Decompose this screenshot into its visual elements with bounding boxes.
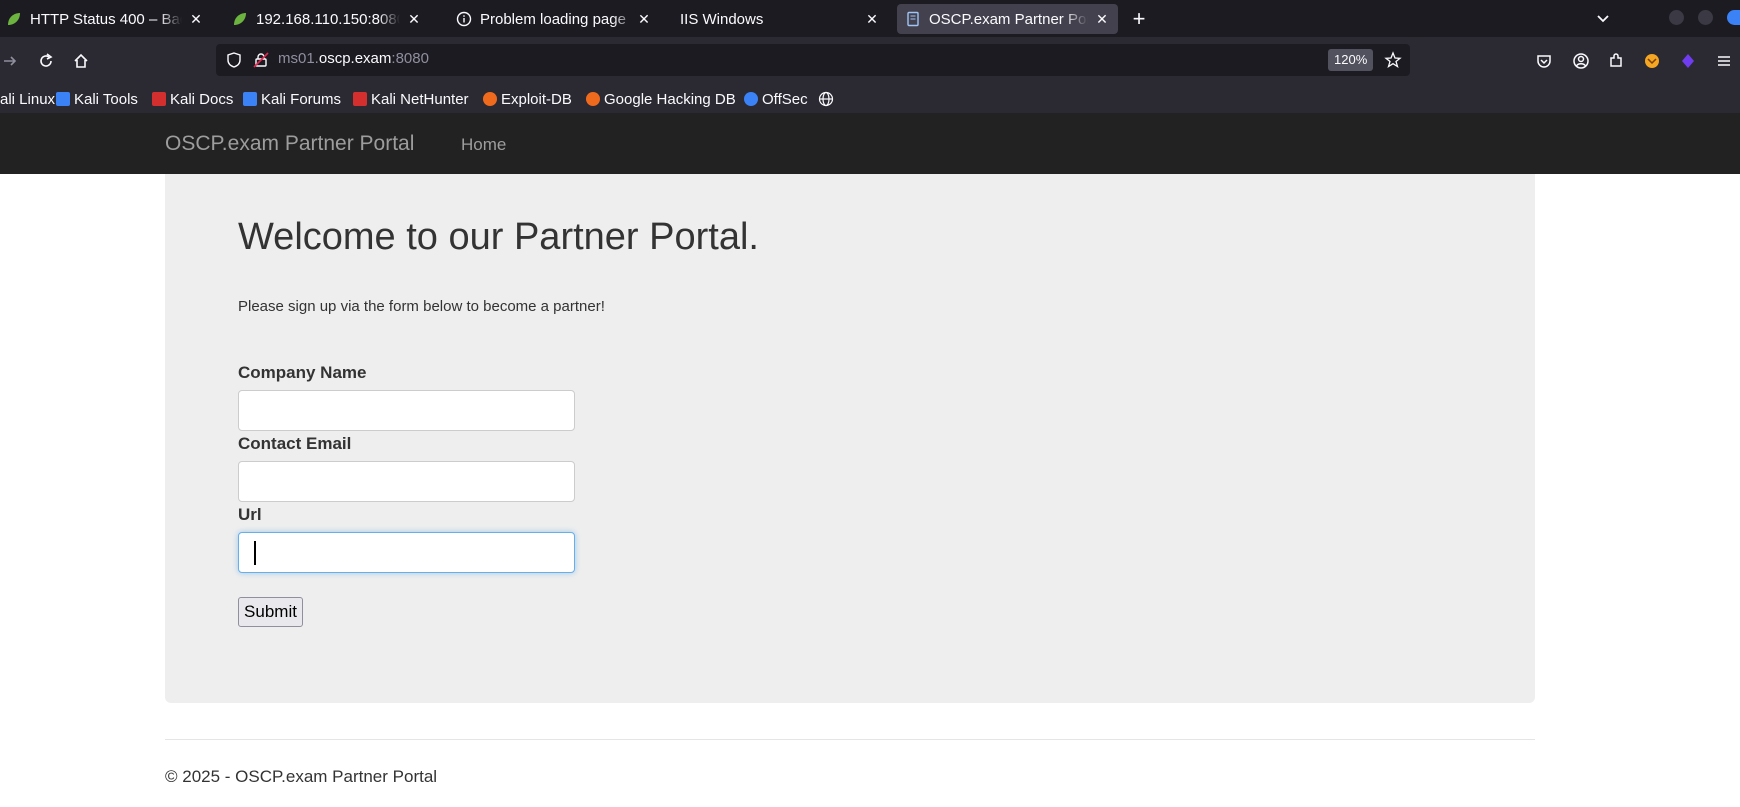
tab-strip: HTTP Status 400 – Bad Request ✕ 192.168.…	[0, 0, 1740, 37]
url-suffix: :8080	[391, 50, 429, 67]
text-caret	[254, 541, 256, 565]
forward-icon[interactable]	[0, 49, 22, 73]
submit-button[interactable]: Submit	[238, 597, 303, 627]
pocket-icon[interactable]	[1532, 49, 1556, 73]
url-input[interactable]	[238, 532, 575, 573]
zoom-level-button[interactable]: 120%	[1328, 49, 1374, 71]
bookmark-kali-tools[interactable]: Kali Tools	[56, 89, 138, 109]
minimize-button[interactable]	[1669, 10, 1684, 25]
bookmark-offsec[interactable]: OffSec	[744, 89, 808, 109]
bookmark-kali-linux[interactable]: Kali Linux	[0, 89, 55, 109]
exploit-db-label: Exploit-DB	[501, 90, 572, 108]
tab-iis-windows[interactable]: IIS Windows ✕	[676, 4, 888, 34]
tab-title: OSCP.exam Partner Portal	[929, 10, 1088, 28]
kali-tools-label: Kali Tools	[74, 90, 138, 108]
foxyproxy-icon[interactable]	[1640, 49, 1664, 73]
bookmark-star-icon[interactable]	[1384, 51, 1402, 74]
tab-title: HTTP Status 400 – Bad Request	[30, 10, 182, 28]
tab-oscp-portal[interactable]: OSCP.exam Partner Portal ✕	[897, 4, 1118, 34]
tab-search[interactable]: 192.168.110.150:8080/search ✕	[228, 4, 430, 34]
insecure-lock-icon[interactable]	[252, 51, 270, 74]
nethunter-label: Kali NetHunter	[371, 90, 469, 108]
account-icon[interactable]	[1569, 49, 1593, 73]
globe-icon[interactable]	[818, 89, 834, 109]
footer-divider	[165, 739, 1535, 740]
url-text[interactable]: ms01.oscp.exam:8080	[278, 50, 429, 67]
company-name-label: Company Name	[238, 363, 367, 382]
bookmarks-bar: Kali Linux Kali Tools Kali Docs Kali For…	[0, 86, 1740, 113]
window-close-button[interactable]	[1727, 10, 1740, 25]
site-brand-link[interactable]: OSCP.exam Partner Portal	[165, 132, 414, 156]
signup-panel: Welcome to our Partner Portal. Please si…	[165, 174, 1535, 703]
close-icon[interactable]: ✕	[406, 11, 422, 28]
tab-http-400[interactable]: HTTP Status 400 – Bad Request ✕	[2, 4, 212, 34]
menu-icon[interactable]	[1712, 49, 1736, 73]
nethunter-icon	[353, 92, 367, 106]
company-name-input[interactable]	[238, 390, 575, 431]
shield-icon[interactable]	[225, 51, 243, 74]
bookmark-kali-docs[interactable]: Kali Docs	[152, 89, 233, 109]
new-tab-button[interactable]: +	[1126, 6, 1152, 32]
close-icon[interactable]: ✕	[864, 11, 880, 28]
url-label: Url	[238, 505, 262, 524]
url-bar[interactable]: ms01.oscp.exam:8080 120%	[216, 44, 1410, 76]
close-icon[interactable]: ✕	[188, 11, 204, 28]
info-icon	[456, 11, 472, 27]
page-icon	[905, 11, 921, 27]
extension-purple-icon[interactable]	[1676, 49, 1700, 73]
list-all-tabs-icon[interactable]	[1590, 6, 1616, 32]
tab-title: Problem loading page	[480, 10, 626, 28]
maximize-button[interactable]	[1698, 10, 1713, 25]
leaf-icon	[6, 11, 22, 27]
exploit-db-icon	[483, 92, 497, 106]
kali-forums-icon	[243, 92, 257, 106]
ghdb-label: Google Hacking DB	[604, 90, 736, 108]
kali-docs-icon	[152, 92, 166, 106]
bookmark-ghdb[interactable]: Google Hacking DB	[586, 89, 736, 109]
tab-title: IIS Windows	[680, 10, 764, 28]
kali-linux-label: Kali Linux	[0, 90, 56, 108]
nav-home-link[interactable]: Home	[461, 135, 506, 155]
url-prefix: ms01.	[278, 50, 319, 67]
home-icon[interactable]	[69, 49, 93, 73]
close-icon[interactable]: ✕	[1094, 11, 1110, 28]
ghdb-icon	[586, 92, 600, 106]
bookmark-kali-nethunter[interactable]: Kali NetHunter	[353, 89, 469, 109]
tab-title: 192.168.110.150:8080/search	[256, 10, 400, 28]
contact-email-label: Contact Email	[238, 434, 352, 453]
tab-problem-loading[interactable]: Problem loading page ✕	[452, 4, 660, 34]
bookmark-exploit-db[interactable]: Exploit-DB	[483, 89, 572, 109]
extensions-icon[interactable]	[1604, 49, 1628, 73]
leaf-icon	[232, 11, 248, 27]
reload-icon[interactable]	[34, 49, 58, 73]
nav-toolbar: ms01.oscp.exam:8080 120%	[0, 37, 1740, 86]
close-icon[interactable]: ✕	[636, 11, 652, 28]
bookmark-kali-forums[interactable]: Kali Forums	[243, 89, 341, 109]
contact-email-input[interactable]	[238, 461, 575, 502]
offsec-label: OffSec	[762, 90, 808, 108]
kali-tools-icon	[56, 92, 70, 106]
kali-docs-label: Kali Docs	[170, 90, 234, 108]
intro-text: Please sign up via the form below to bec…	[238, 298, 605, 315]
site-navbar: OSCP.exam Partner Portal Home	[0, 113, 1740, 174]
page-heading: Welcome to our Partner Portal.	[238, 216, 759, 258]
footer-copyright: © 2025 - OSCP.exam Partner Portal	[165, 767, 438, 786]
url-host: oscp.exam	[318, 50, 392, 67]
offsec-icon	[744, 92, 758, 106]
kali-forums-label: Kali Forums	[261, 90, 342, 108]
